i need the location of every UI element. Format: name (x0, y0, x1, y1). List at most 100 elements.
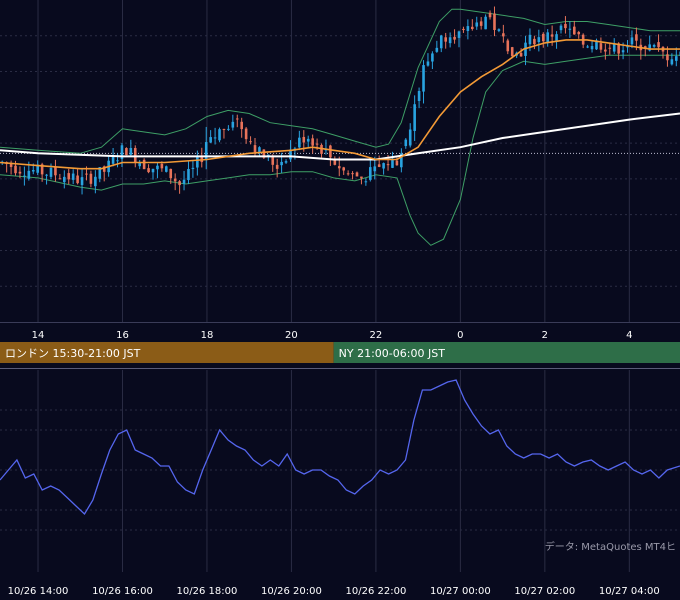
candle-body (573, 26, 576, 35)
candle-body (342, 167, 345, 171)
candle-body (364, 181, 368, 183)
candle-body (497, 29, 501, 31)
candle-body (471, 26, 474, 30)
candle-body (151, 168, 155, 173)
candle-body (559, 25, 563, 31)
candle-body (537, 37, 541, 43)
oscillator-x-tick-label: 10/26 16:00 (92, 586, 153, 597)
candle-body (49, 167, 53, 177)
price-x-tick-label: 4 (626, 330, 632, 341)
candle-body (227, 128, 230, 130)
candle-body (275, 164, 279, 169)
candle-body (604, 49, 607, 52)
candle-body (466, 26, 470, 31)
candle-body (355, 172, 359, 177)
candle-body (315, 143, 319, 145)
candle-body (111, 156, 115, 164)
candle-body (457, 31, 461, 38)
candle-body (94, 176, 97, 187)
candle-body (45, 174, 48, 176)
candle-body (191, 167, 195, 169)
candle-body (550, 34, 554, 37)
candle-body (133, 148, 137, 163)
oscillator-x-tick-label: 10/26 18:00 (177, 586, 238, 597)
candle-body (235, 118, 239, 120)
candle-body (422, 65, 425, 92)
price-x-tick-label: 14 (32, 330, 45, 341)
candle-body (187, 168, 190, 181)
candle-body (675, 56, 678, 61)
candle-body (346, 173, 350, 175)
candle-body (453, 36, 456, 40)
candle-body (484, 16, 487, 30)
chart-root: 14 16 18 20 22 0 2 4 ロンドン 15:30-21:00 JST NY 21:… (0, 0, 680, 600)
oscillator-x-tick-label: 10/26 22:00 (345, 586, 406, 597)
candle-body (129, 147, 133, 155)
candle-body (599, 43, 603, 50)
candle-body (23, 175, 26, 177)
candle-body (253, 145, 257, 153)
candle-body (280, 161, 283, 166)
candle-body (71, 173, 75, 180)
candle-body (244, 128, 248, 140)
candle-body (222, 128, 226, 130)
candle-body (533, 38, 536, 45)
candle-body (156, 165, 159, 170)
candle-body (142, 159, 146, 170)
candle-body (431, 53, 434, 62)
candle-body (58, 178, 62, 180)
candle-body (298, 137, 301, 148)
candle-body (258, 147, 261, 152)
price-x-tick-label: 18 (201, 330, 214, 341)
candle-body (510, 47, 514, 57)
candle-body (630, 37, 634, 45)
candle-body (306, 138, 310, 142)
candle-body (413, 104, 416, 131)
candle-body (67, 173, 71, 180)
candle-body (351, 173, 354, 175)
candle-body (85, 173, 88, 175)
candle-body (386, 164, 390, 166)
candle-body (76, 175, 79, 184)
candle-body (555, 34, 558, 41)
oscillator-x-tick-label: 10/27 00:00 (430, 586, 491, 597)
candle-body (271, 156, 275, 165)
candle-body (590, 46, 594, 50)
candle-body (373, 166, 377, 172)
candle-body (18, 171, 22, 174)
candle-body (337, 166, 341, 169)
candle-body (249, 141, 252, 143)
candle-body (89, 173, 93, 184)
candle-body (173, 178, 177, 182)
candle-body (564, 23, 567, 29)
candle-body (621, 50, 625, 53)
candle-body (408, 129, 412, 146)
candle-body (382, 163, 385, 169)
candle-body (479, 21, 483, 26)
oscillator-x-tick-label: 10/26 20:00 (261, 586, 322, 597)
candle-body (329, 145, 332, 158)
candle-body (417, 91, 421, 102)
price-x-tick-label: 0 (457, 330, 463, 341)
candle-body (63, 176, 66, 183)
candle-body (178, 181, 181, 186)
candle-body (608, 47, 612, 49)
candle-body (444, 37, 447, 42)
candle-body (360, 176, 363, 179)
candle-body (209, 137, 212, 143)
candle-body (652, 44, 656, 47)
candle-body (657, 42, 660, 48)
candle-body (27, 170, 31, 179)
session-label: NY 21:00-06:00 JST (339, 347, 446, 360)
candle-body (377, 164, 381, 167)
candle-body (116, 160, 119, 162)
candle-body (568, 28, 572, 30)
oscillator-x-tick-label: 10/27 02:00 (514, 586, 575, 597)
candle-body (147, 168, 150, 173)
candle-body (426, 61, 430, 66)
data-credit: データ: MetaQuotes MT4ヒ (545, 540, 676, 553)
candle-body (284, 161, 288, 163)
candle-body (218, 129, 221, 141)
candle-body (311, 138, 314, 146)
candle-body (475, 22, 479, 27)
